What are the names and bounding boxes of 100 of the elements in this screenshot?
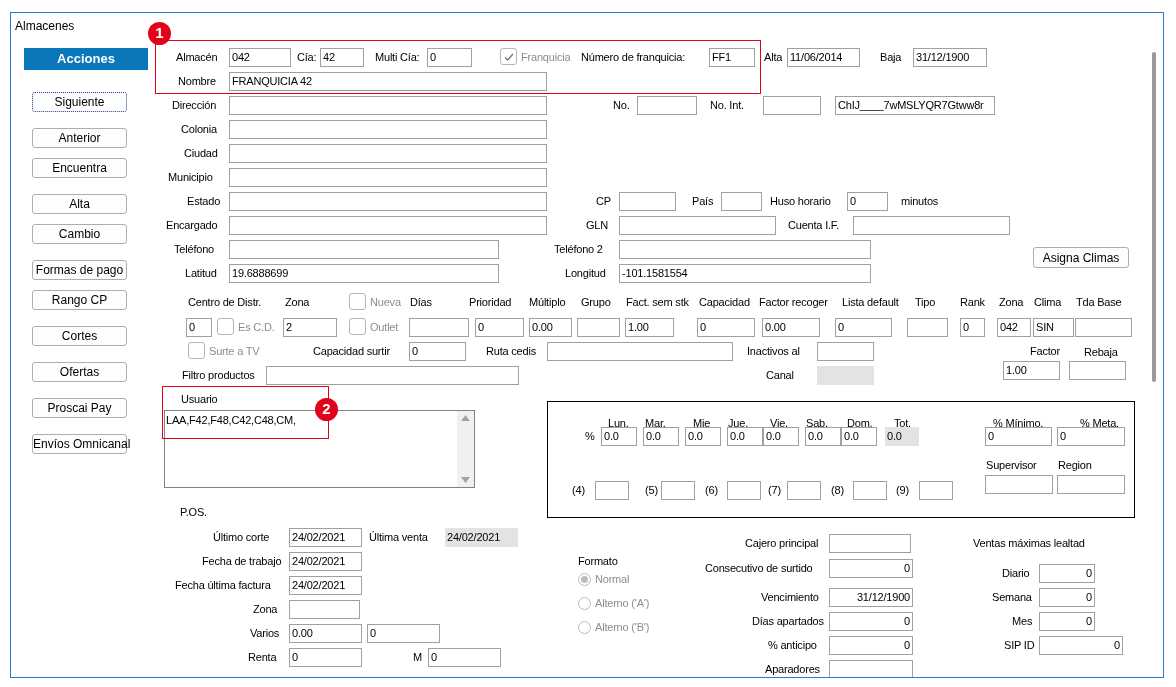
input-field[interactable]: 0: [186, 318, 212, 337]
input-field[interactable]: [1069, 361, 1126, 380]
input-field[interactable]: [763, 96, 821, 115]
input-field[interactable]: [919, 481, 953, 500]
input-field[interactable]: 0: [829, 612, 913, 631]
input-field[interactable]: [817, 342, 874, 361]
input-field[interactable]: 0: [289, 648, 362, 667]
input-field[interactable]: [829, 534, 911, 553]
input-field[interactable]: 0.0: [685, 427, 721, 446]
input-field[interactable]: 31/12/1900: [913, 48, 987, 67]
input-field[interactable]: 24/02/2021: [289, 576, 362, 595]
input-field[interactable]: [721, 192, 762, 211]
action-button[interactable]: Cortes: [32, 326, 127, 346]
input-field[interactable]: [637, 96, 697, 115]
input-field[interactable]: [229, 144, 547, 163]
input-field[interactable]: 0: [847, 192, 888, 211]
action-button[interactable]: Ofertas: [32, 362, 127, 382]
input-field[interactable]: [907, 318, 948, 337]
input-field[interactable]: 19.6888699: [229, 264, 499, 283]
action-button[interactable]: Proscai Pay: [32, 398, 127, 418]
action-button[interactable]: Siguiente: [32, 92, 127, 112]
input-field[interactable]: [985, 475, 1053, 494]
input-field[interactable]: [547, 342, 733, 361]
input-field[interactable]: [595, 481, 629, 500]
input-field[interactable]: 0.0: [763, 427, 799, 446]
input-field[interactable]: [229, 120, 547, 139]
input-field[interactable]: 31/12/1900: [829, 588, 913, 607]
input-field[interactable]: [229, 96, 547, 115]
input-field[interactable]: [727, 481, 761, 500]
input-field[interactable]: [829, 660, 913, 677]
input-field[interactable]: [853, 481, 887, 500]
input-field[interactable]: -101.1581554: [619, 264, 871, 283]
input-field[interactable]: [787, 481, 821, 500]
input-field[interactable]: 0.0: [805, 427, 841, 446]
scrollbar-thumb[interactable]: [1152, 52, 1156, 382]
input-field[interactable]: 24/02/2021: [289, 552, 362, 571]
input-field[interactable]: 2: [283, 318, 337, 337]
field-label: GLN: [586, 218, 609, 233]
action-button[interactable]: Rango CP: [32, 290, 127, 310]
input-field[interactable]: [229, 192, 547, 211]
input-field[interactable]: 1.00: [1003, 361, 1060, 380]
action-button[interactable]: Alta: [32, 194, 127, 214]
input-field[interactable]: 0: [1039, 612, 1095, 631]
input-field[interactable]: 0: [409, 342, 466, 361]
input-field[interactable]: 0: [835, 318, 892, 337]
input-field[interactable]: 1.00: [625, 318, 674, 337]
input-field[interactable]: FF1: [709, 48, 755, 67]
input-field[interactable]: 042: [229, 48, 291, 67]
input-field[interactable]: 0.0: [643, 427, 679, 446]
input-field[interactable]: [1075, 318, 1132, 337]
input-field[interactable]: 042: [997, 318, 1031, 337]
input-field[interactable]: SIN: [1033, 318, 1074, 337]
field-label: Aparadores: [765, 662, 820, 677]
input-field[interactable]: [577, 318, 620, 337]
action-button[interactable]: Encuentra: [32, 158, 127, 178]
input-field[interactable]: [1057, 475, 1125, 494]
input-field[interactable]: 0.00: [289, 624, 362, 643]
input-field[interactable]: [266, 366, 519, 385]
list-item[interactable]: LAA,F42,F48,C42,C48,CM,: [166, 412, 296, 428]
action-button[interactable]: Formas de pago: [32, 260, 127, 280]
input-field[interactable]: 11/06/2014: [787, 48, 860, 67]
input-field[interactable]: 0: [428, 648, 501, 667]
input-field[interactable]: 0: [697, 318, 755, 337]
input-field[interactable]: 0: [475, 318, 524, 337]
input-field[interactable]: [409, 318, 469, 337]
input-field[interactable]: 0.00: [529, 318, 572, 337]
input-field[interactable]: [619, 192, 676, 211]
scroll-down-icon[interactable]: [461, 477, 470, 483]
input-field[interactable]: 0.0: [841, 427, 877, 446]
input-field[interactable]: [289, 600, 360, 619]
input-field[interactable]: 0: [427, 48, 472, 67]
input-field[interactable]: ChIJ____7wMSLYQR7Gtww8r: [835, 96, 995, 115]
input-field[interactable]: 0: [829, 559, 913, 578]
input-field[interactable]: 0: [367, 624, 440, 643]
scroll-up-icon[interactable]: [461, 415, 470, 421]
action-button[interactable]: Anterior: [32, 128, 127, 148]
input-field[interactable]: FRANQUICIA 42: [229, 72, 547, 91]
input-field[interactable]: 0: [985, 427, 1052, 446]
input-field[interactable]: [229, 168, 547, 187]
input-field[interactable]: [619, 240, 871, 259]
input-field[interactable]: [853, 216, 1010, 235]
input-field[interactable]: 0: [1039, 588, 1095, 607]
input-field[interactable]: 0: [960, 318, 985, 337]
input-field[interactable]: 0: [829, 636, 913, 655]
input-field[interactable]: 0.00: [762, 318, 820, 337]
assign-button[interactable]: Asigna Climas: [1033, 247, 1129, 268]
input-field[interactable]: 24/02/2021: [289, 528, 362, 547]
field-label: %: [585, 429, 595, 444]
action-button[interactable]: Cambio: [32, 224, 127, 244]
input-field[interactable]: 0: [1039, 636, 1123, 655]
input-field[interactable]: [229, 216, 547, 235]
field-label: Ventas máximas lealtad: [973, 536, 1085, 551]
input-field[interactable]: 0.0: [727, 427, 763, 446]
input-field[interactable]: 0.0: [601, 427, 637, 446]
input-field[interactable]: [619, 216, 776, 235]
input-field[interactable]: 0: [1057, 427, 1125, 446]
input-field[interactable]: [229, 240, 499, 259]
input-field[interactable]: 0: [1039, 564, 1095, 583]
input-field[interactable]: 42: [320, 48, 364, 67]
input-field[interactable]: [661, 481, 695, 500]
